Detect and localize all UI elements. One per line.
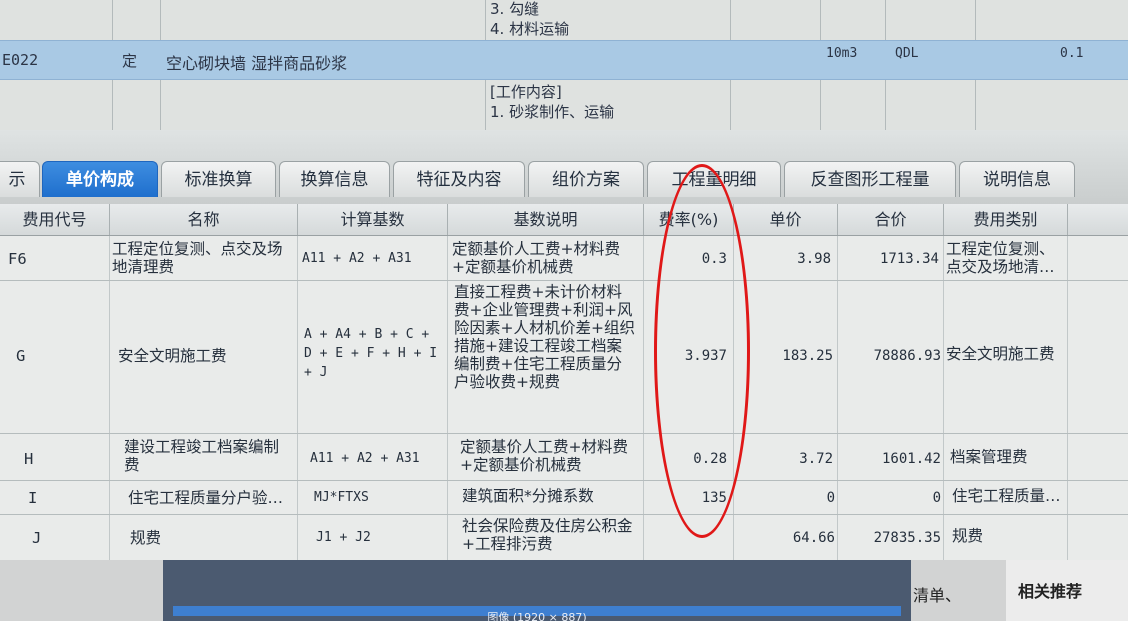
work-content-line: 1. 砂浆制作、运输 (490, 103, 615, 121)
col-header-category[interactable]: 费用类别 (944, 204, 1068, 235)
tab-conversion-info[interactable]: 换算信息 (279, 161, 390, 197)
tab-pricing-scheme[interactable]: 组价方案 (528, 161, 644, 197)
fee-rate[interactable]: 0.28 (644, 450, 727, 468)
fee-category: 住宅工程质量… (952, 487, 1061, 505)
tab-partial[interactable]: 示 (0, 161, 40, 197)
item-code: E022 (2, 51, 39, 69)
col-header-price[interactable]: 单价 (734, 204, 838, 235)
fee-code: G (16, 347, 26, 365)
fee-base-desc: 定额基价人工费+材料费+定额基价机械费 (460, 438, 628, 474)
fee-base: A11 + A2 + A31 (302, 251, 412, 266)
detail-panel: 示 单价构成 标准换算 换算信息 特征及内容 组价方案 工程量明细 反查图形工程… (0, 130, 1128, 560)
fee-price: 0 (826, 490, 835, 506)
fee-code: J (32, 529, 42, 547)
fee-rate[interactable]: 3.937 (644, 347, 727, 365)
fee-name: 工程定位复测、点交及场地清理费 (112, 240, 283, 276)
col-header-rate[interactable]: 费率(%) (644, 204, 734, 235)
table-row[interactable]: J 规费 J1 + J2 社会保险费及住房公积金+工程排污费 64.66 278… (0, 515, 1128, 560)
fee-rate[interactable]: 0.3 (644, 250, 727, 268)
fee-category: 工程定位复测、点交及场地清… (946, 240, 1055, 276)
tab-quantity-detail[interactable]: 工程量明细 (647, 161, 781, 197)
fee-total: 1601.42 (881, 451, 941, 467)
image-caption: 图像 (1920 × 887) (487, 611, 587, 621)
fee-total: 78886.93 (873, 348, 941, 364)
selected-list-row[interactable]: E022 定 空心砌块墙 湿拌商品砂浆 10m3 QDL 0.1 (0, 40, 1128, 80)
col-header-base[interactable]: 计算基数 (298, 204, 448, 235)
tab-description-info[interactable]: 说明信息 (959, 161, 1075, 197)
fee-price: 3.98 (797, 251, 831, 267)
tab-features-content[interactable]: 特征及内容 (393, 161, 525, 197)
fee-category: 安全文明施工费 (946, 345, 1055, 363)
fee-base-desc: 社会保险费及住房公积金+工程排污费 (462, 517, 633, 553)
fee-total: 27835.35 (873, 530, 941, 546)
fee-base: A11 + A2 + A31 (310, 451, 420, 466)
fee-rate[interactable]: 135 (644, 489, 727, 507)
table-row[interactable]: F6 工程定位复测、点交及场地清理费 A11 + A2 + A31 定额基价人工… (0, 236, 1128, 281)
fee-code: F6 (8, 250, 27, 268)
bottom-strip: 图像 (1920 × 887) 清单、 相关推荐 (0, 560, 1128, 621)
item-unit: 10m3 (826, 46, 858, 61)
fee-base: A + A4 + B + C + D + E + F + H + I + J (304, 327, 438, 380)
fee-total: 1713.34 (879, 251, 939, 267)
related-title[interactable]: 相关推荐 (1018, 578, 1082, 602)
fee-total: 0 (932, 490, 941, 506)
work-content-line: 4. 材料运输 (490, 20, 570, 38)
item-name: 空心砌块墙 湿拌商品砂浆 (166, 54, 348, 73)
item-type: 定 (122, 52, 138, 70)
fee-base: MJ*FTXS (314, 490, 369, 505)
item-qty: 0.1 (1060, 46, 1084, 61)
col-header-total[interactable]: 合价 (838, 204, 944, 235)
fee-name: 安全文明施工费 (118, 347, 227, 365)
col-header-base-desc[interactable]: 基数说明 (448, 204, 644, 235)
fee-category: 规费 (952, 527, 984, 545)
fee-base-desc: 建筑面积*分摊系数 (462, 487, 594, 505)
col-header-name[interactable]: 名称 (110, 204, 298, 235)
tab-bar: 示 单价构成 标准换算 换算信息 特征及内容 组价方案 工程量明细 反查图形工程… (0, 130, 1128, 204)
fee-base-desc: 直接工程费+未计价材料费+企业管理费+利润+风险因素+人材机价差+组织措施+建设… (454, 283, 635, 391)
image-thumbnail[interactable]: 图像 (1920 × 887) (163, 560, 911, 621)
table-row[interactable]: H 建设工程竣工档案编制费 A11 + A2 + A31 定额基价人工费+材料费… (0, 434, 1128, 481)
table-row[interactable]: G 安全文明施工费 A + A4 + B + C + D + E + F + H… (0, 281, 1128, 434)
fee-base-desc: 定额基价人工费+材料费+定额基价机械费 (452, 240, 620, 276)
fee-code: H (24, 450, 34, 468)
fee-price: 3.72 (799, 451, 833, 467)
tab-unit-price-composition[interactable]: 单价构成 (42, 161, 158, 197)
work-content-line: [工作内容] (490, 83, 562, 101)
fee-price: 183.25 (782, 348, 833, 364)
related-panel: 相关推荐 (1006, 560, 1128, 621)
list-row[interactable]: 3. 勾缝 4. 材料运输 (0, 0, 1128, 41)
work-content-line: 3. 勾缝 (490, 0, 540, 18)
list-row[interactable]: [工作内容] 1. 砂浆制作、运输 (0, 79, 1128, 132)
upper-list: 3. 勾缝 4. 材料运输 E022 定 空心砌块墙 湿拌商品砂浆 10m3 Q… (0, 0, 1128, 132)
fee-code: I (28, 489, 38, 507)
fee-price: 64.66 (792, 530, 835, 546)
item-qty-expr: QDL (895, 46, 919, 61)
list-link[interactable]: 清单、 (913, 582, 961, 606)
col-header-code[interactable]: 费用代号 (0, 204, 110, 235)
fee-name: 规费 (130, 529, 162, 547)
table-row[interactable]: I 住宅工程质量分户验… MJ*FTXS 建筑面积*分摊系数 135 0 0 住… (0, 481, 1128, 515)
fee-category: 档案管理费 (950, 448, 1028, 466)
tab-reverse-graphic-quantity[interactable]: 反查图形工程量 (784, 161, 956, 197)
fee-name: 住宅工程质量分户验… (128, 489, 284, 507)
fee-name: 建设工程竣工档案编制费 (124, 438, 280, 474)
fee-base: J1 + J2 (316, 530, 371, 545)
tab-standard-conversion[interactable]: 标准换算 (161, 161, 276, 197)
table-header: 费用代号 名称 计算基数 基数说明 费率(%) 单价 合价 费用类别 (0, 204, 1128, 236)
